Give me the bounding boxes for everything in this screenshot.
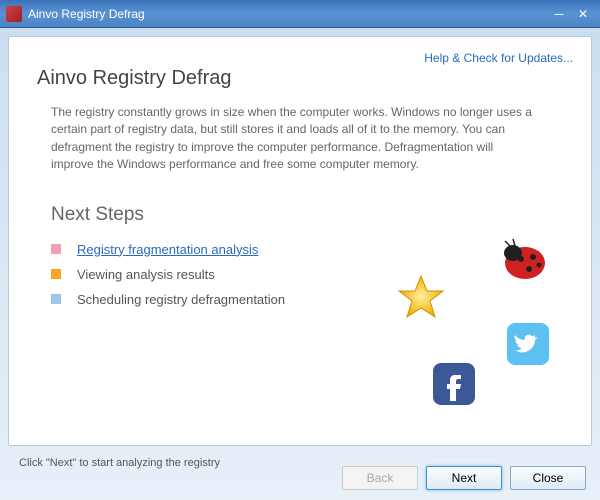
bullet-icon <box>51 244 61 254</box>
step-label: Viewing analysis results <box>77 267 215 282</box>
twitter-icon[interactable] <box>505 321 551 367</box>
bullet-icon <box>51 294 61 304</box>
hint-text: Click "Next" to start analyzing the regi… <box>19 457 220 469</box>
next-button[interactable]: Next <box>426 466 502 490</box>
next-steps-heading: Next Steps <box>51 204 563 226</box>
step-link-analysis[interactable]: Registry fragmentation analysis <box>77 242 258 257</box>
content-panel: Help & Check for Updates... Ainvo Regist… <box>8 36 592 446</box>
minimize-button[interactable]: ─ <box>548 5 570 23</box>
back-button: Back <box>342 466 418 490</box>
window-title: Ainvo Registry Defrag <box>28 7 145 21</box>
help-updates-link[interactable]: Help & Check for Updates... <box>424 51 573 65</box>
star-icon[interactable] <box>396 273 446 323</box>
close-button[interactable]: Close <box>510 466 586 490</box>
app-icon <box>6 6 22 22</box>
description-text: The registry constantly grows in size wh… <box>37 104 537 174</box>
close-window-button[interactable]: ✕ <box>572 5 594 23</box>
titlebar: Ainvo Registry Defrag ─ ✕ <box>0 0 600 28</box>
facebook-icon[interactable] <box>431 361 477 407</box>
step-label: Scheduling registry defragmentation <box>77 292 285 307</box>
bullet-icon <box>51 269 61 279</box>
ladybug-icon[interactable] <box>493 237 551 285</box>
footer-buttons: Back Next Close <box>342 466 586 490</box>
page-title: Ainvo Registry Defrag <box>37 67 563 90</box>
decorative-icons <box>391 237 551 407</box>
